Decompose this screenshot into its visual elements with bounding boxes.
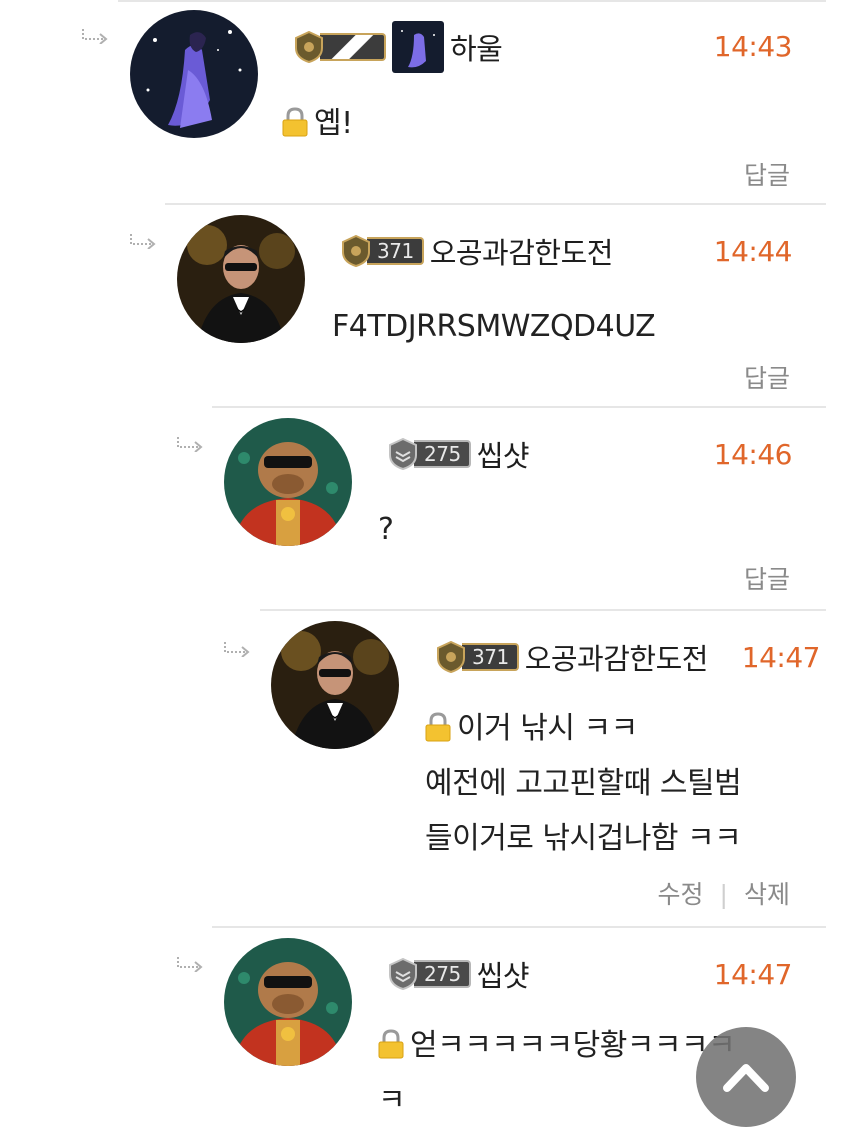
- avatar[interactable]: [271, 621, 399, 749]
- avatar[interactable]: [224, 418, 352, 546]
- nickname[interactable]: 하울: [450, 26, 503, 68]
- timestamp: 14:47: [741, 641, 821, 674]
- separator: |: [719, 880, 728, 909]
- avatar[interactable]: [224, 938, 352, 1066]
- timestamp: 14:47: [713, 958, 793, 991]
- timestamp: 14:44: [713, 235, 793, 268]
- shield-icon: [389, 438, 417, 470]
- lock-icon: [425, 712, 451, 742]
- comment-actions: 답글: [744, 359, 790, 395]
- comment-line: ㅋ: [378, 1083, 406, 1118]
- comment-header: 275 씹샷: [388, 429, 530, 479]
- comment-line: 이거 낚시 ㅋㅋ: [457, 711, 638, 746]
- comment-line: 예전에 고고핀할때 스틸범: [425, 766, 742, 801]
- divider: [212, 406, 826, 408]
- divider: [212, 926, 826, 928]
- shield-icon: [295, 31, 323, 63]
- comment-line: ?: [378, 512, 394, 547]
- comment-text: 옙!: [282, 96, 353, 151]
- level-value: 371: [462, 643, 519, 671]
- delete-button[interactable]: 삭제: [744, 880, 790, 909]
- comment-header: 371 오공과감한도전: [436, 632, 708, 682]
- reply-arrow-icon: [82, 29, 108, 44]
- nickname[interactable]: 씹샷: [477, 953, 530, 995]
- lock-icon: [282, 107, 308, 137]
- level-badge: [294, 30, 386, 64]
- mini-avatar: [392, 21, 444, 73]
- divider: [165, 203, 826, 205]
- comment-line: 얻ㅋㅋㅋㅋㅋ당황ㅋㅋㅋㅋ: [410, 1028, 736, 1063]
- level-value: [320, 33, 386, 61]
- divider: [260, 609, 826, 611]
- lock-icon: [378, 1029, 404, 1059]
- nickname[interactable]: 오공과감한도전: [525, 636, 709, 678]
- comment-line: 들이거로 낚시겁나함 ㅋㅋ: [425, 821, 742, 856]
- comment-line: 옙!: [314, 106, 353, 141]
- shield-icon: [342, 235, 370, 267]
- reply-arrow-icon: [177, 957, 203, 972]
- reply-button[interactable]: 답글: [744, 161, 790, 190]
- nickname[interactable]: 오공과감한도전: [430, 230, 614, 272]
- reply-arrow-icon: [224, 642, 250, 657]
- level-badge: 371: [436, 640, 519, 674]
- reply-button[interactable]: 답글: [744, 565, 790, 594]
- comment-actions: 답글: [744, 560, 790, 596]
- comment-text: 얻ㅋㅋㅋㅋㅋ당황ㅋㅋㅋㅋ ㅋ: [378, 1018, 736, 1128]
- edit-button[interactable]: 수정: [658, 880, 704, 909]
- level-value: 275: [414, 440, 471, 468]
- comment-text: 이거 낚시 ㅋㅋ 예전에 고고핀할때 스틸범 들이거로 낚시겁나함 ㅋㅋ: [425, 701, 742, 866]
- level-value: 371: [367, 237, 424, 265]
- level-value: 275: [414, 960, 471, 988]
- avatar[interactable]: [130, 10, 258, 138]
- level-badge: 275: [388, 437, 471, 471]
- comment-actions: 수정 | 삭제: [658, 875, 790, 911]
- scroll-to-top-button[interactable]: [696, 1027, 796, 1127]
- timestamp: 14:46: [713, 438, 793, 471]
- comment-text: ?: [378, 502, 394, 557]
- nickname[interactable]: 씹샷: [477, 433, 530, 475]
- comment-actions: 답글: [744, 156, 790, 192]
- comment-text: F4TDJRRSMWZQD4UZ: [332, 299, 656, 354]
- divider: [118, 0, 826, 2]
- comment-header: 하울: [294, 21, 503, 73]
- chevron-up-icon: [723, 1064, 769, 1092]
- comment-header: 275 씹샷: [388, 949, 530, 999]
- shield-icon: [437, 641, 465, 673]
- comment-header: 371 오공과감한도전: [341, 226, 613, 276]
- shield-icon: [389, 958, 417, 990]
- reply-arrow-icon: [130, 234, 156, 249]
- timestamp: 14:43: [713, 30, 793, 63]
- level-badge: 371: [341, 234, 424, 268]
- reply-arrow-icon: [177, 437, 203, 452]
- level-badge: 275: [388, 957, 471, 991]
- avatar[interactable]: [177, 215, 305, 343]
- reply-button[interactable]: 답글: [744, 364, 790, 393]
- comment-line: F4TDJRRSMWZQD4UZ: [332, 309, 656, 344]
